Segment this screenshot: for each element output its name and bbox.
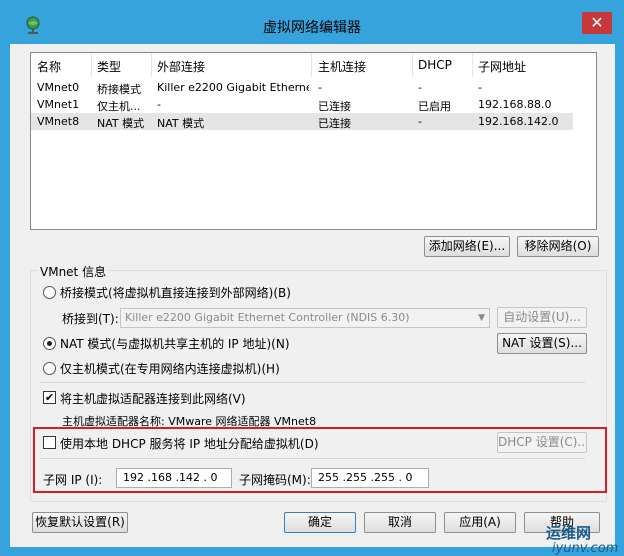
- bridge-mode-label[interactable]: 桥接模式(将虚拟机直接连接到外部网络)(B): [60, 284, 291, 301]
- watermark-logo: 运维网 iyunv.com: [546, 524, 619, 556]
- bridge-to-value: Killer e2200 Gigabit Ethernet Controller…: [125, 311, 410, 324]
- host-only-label[interactable]: 仅主机模式(在专用网络内连接虚拟机)(H): [60, 360, 280, 377]
- auto-settings-button[interactable]: 自动设置(U)...: [497, 307, 587, 328]
- title-bar: 虚拟网络编辑器 ✕: [0, 0, 624, 44]
- cell-host: 已连接: [318, 100, 351, 113]
- column-header-name[interactable]: 名称: [37, 58, 61, 75]
- cancel-button[interactable]: 取消: [364, 512, 436, 533]
- nat-mode-label[interactable]: NAT 模式(与虚拟机共享主机的 IP 地址)(N): [60, 335, 290, 352]
- cell-external: -: [157, 98, 161, 111]
- cell-host: -: [318, 81, 322, 94]
- cell-host: 已连接: [318, 117, 351, 130]
- table-row-selected[interactable]: VMnet8 NAT 模式 NAT 模式 已连接 - 192.168.142.0: [31, 113, 573, 130]
- nat-settings-button[interactable]: NAT 设置(S)...: [497, 333, 587, 354]
- cell-external: Killer e2200 Gigabit Ethernet...: [157, 81, 309, 94]
- restore-defaults-button[interactable]: 恢复默认设置(R): [32, 512, 128, 533]
- vmnet-info-title: VMnet 信息: [38, 263, 109, 280]
- column-header-subnet[interactable]: 子网地址: [478, 58, 526, 75]
- cell-type: 桥接模式: [97, 83, 141, 96]
- cell-name: VMnet0: [37, 81, 80, 94]
- chevron-down-icon: ▼: [478, 313, 485, 323]
- column-header-external[interactable]: 外部连接: [157, 58, 205, 75]
- column-header-host[interactable]: 主机连接: [318, 58, 366, 75]
- cell-subnet: 192.168.88.0: [478, 98, 552, 111]
- network-list[interactable]: 名称 类型 外部连接 主机连接 DHCP 子网地址 VMnet0 桥接模式 Ki…: [30, 52, 597, 230]
- close-button[interactable]: ✕: [582, 12, 612, 34]
- cell-dhcp: 已启用: [418, 100, 451, 113]
- virtual-network-editor-window: 虚拟网络编辑器 ✕ 名称 类型 外部连接 主机连接 DHCP 子网地址 VMne…: [0, 0, 624, 556]
- cell-subnet: 192.168.142.0: [478, 115, 559, 128]
- table-row[interactable]: VMnet1 仅主机... - 已连接 已启用 192.168.88.0: [31, 96, 573, 113]
- column-header-dhcp[interactable]: DHCP: [418, 58, 452, 72]
- host-only-radio[interactable]: [43, 362, 56, 375]
- nat-mode-radio[interactable]: [43, 337, 56, 350]
- cell-subnet: -: [478, 81, 482, 94]
- bridge-to-select[interactable]: Killer e2200 Gigabit Ethernet Controller…: [120, 308, 490, 328]
- column-header-type[interactable]: 类型: [97, 58, 121, 75]
- cell-dhcp: -: [418, 81, 422, 94]
- table-row[interactable]: VMnet0 桥接模式 Killer e2200 Gigabit Etherne…: [31, 79, 573, 96]
- cell-name: VMnet8: [37, 115, 80, 128]
- dialog-client-area: 名称 类型 外部连接 主机连接 DHCP 子网地址 VMnet0 桥接模式 Ki…: [10, 44, 615, 547]
- cell-name: VMnet1: [37, 98, 80, 111]
- window-title: 虚拟网络编辑器: [263, 20, 361, 36]
- apply-button[interactable]: 应用(A): [444, 512, 516, 533]
- connect-adapter-label[interactable]: 将主机虚拟适配器连接到此网络(V): [60, 390, 246, 407]
- highlight-annotation-box: [33, 427, 607, 493]
- close-icon: ✕: [590, 13, 604, 32]
- connect-adapter-checkbox[interactable]: ✔: [43, 391, 56, 404]
- checkmark-icon: ✔: [44, 391, 55, 404]
- list-header: 名称 类型 外部连接 主机连接 DHCP 子网地址: [31, 53, 596, 77]
- bridge-mode-radio[interactable]: [43, 286, 56, 299]
- remove-network-button[interactable]: 移除网络(O): [517, 236, 599, 257]
- cell-dhcp: -: [418, 115, 422, 128]
- bridge-to-label: 桥接到(T):: [62, 312, 119, 326]
- add-network-button[interactable]: 添加网络(E)...: [424, 236, 510, 257]
- cell-type: NAT 模式: [97, 117, 145, 130]
- ok-button[interactable]: 确定: [284, 512, 356, 533]
- cell-external: NAT 模式: [157, 117, 205, 130]
- cell-type: 仅主机...: [97, 100, 141, 113]
